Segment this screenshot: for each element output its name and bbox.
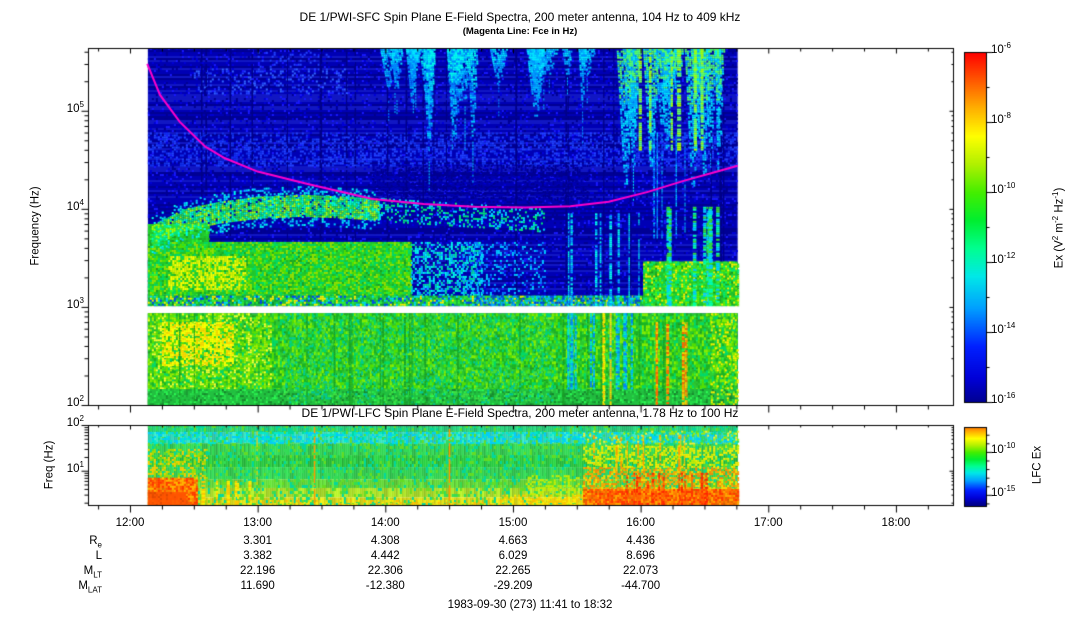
ephemeris-value: -44.700 bbox=[621, 580, 660, 593]
sfc-colorbar-tick-label: 10-16 bbox=[991, 394, 1015, 407]
ephemeris-value: 4.442 bbox=[371, 550, 400, 563]
ephemeris-value: 11.690 bbox=[240, 580, 274, 593]
lfc-ytick-label: 102 bbox=[67, 417, 84, 430]
sfc-ytick-label: 102 bbox=[67, 397, 84, 410]
ephemeris-row-label: Re bbox=[89, 535, 102, 548]
sfc-colorbar-tick-label: 10-6 bbox=[991, 44, 1011, 57]
ephemeris-value: 22.306 bbox=[368, 565, 403, 578]
lfc-colorbar-tick-label: 10-10 bbox=[991, 444, 1015, 457]
lfc-ylabel: Freq (Hz) bbox=[44, 441, 57, 490]
ephemeris-value: -29.209 bbox=[493, 580, 532, 593]
sfc-ylabel: Frequency (Hz) bbox=[30, 186, 43, 265]
spectrogram-figure: DE 1/PWI-SFC Spin Plane E-Field Spectra,… bbox=[0, 0, 1083, 620]
x-hour-label: 16:00 bbox=[626, 517, 655, 530]
sfc-colorbar-tick-label: 10-12 bbox=[991, 254, 1015, 267]
sfc-title: DE 1/PWI-SFC Spin Plane E-Field Spectra,… bbox=[300, 11, 741, 24]
sfc-colorbar-tick-label: 10-14 bbox=[991, 324, 1015, 337]
x-hour-label: 13:00 bbox=[243, 517, 272, 530]
sfc-subtitle: (Magenta Line: Fce in Hz) bbox=[463, 27, 578, 37]
ephemeris-value: 4.308 bbox=[371, 535, 400, 548]
ephemeris-row-label: MLAT bbox=[78, 580, 102, 593]
lfc-title: DE 1/PWI-LFC Spin Plane E-Field Spectra,… bbox=[302, 407, 739, 420]
x-hour-label: 15:00 bbox=[499, 517, 528, 530]
ephemeris-value: 22.073 bbox=[623, 565, 658, 578]
ephemeris-row-label: L bbox=[96, 550, 102, 563]
ephemeris-value: 3.382 bbox=[243, 550, 272, 563]
ephemeris-value: 4.436 bbox=[626, 535, 655, 548]
x-hour-label: 18:00 bbox=[882, 517, 911, 530]
x-hour-label: 12:00 bbox=[116, 517, 145, 530]
lfc-ytick-label: 101 bbox=[67, 463, 84, 476]
ephemeris-value: 8.696 bbox=[626, 550, 655, 563]
sfc-ytick-label: 105 bbox=[67, 103, 84, 116]
spectrogram-canvas bbox=[0, 0, 1083, 620]
footer-date-range: 1983-09-30 (273) 11:41 to 18:32 bbox=[448, 599, 613, 612]
sfc-ytick-label: 103 bbox=[67, 299, 84, 312]
ephemeris-value: 4.663 bbox=[499, 535, 528, 548]
x-hour-label: 14:00 bbox=[371, 517, 400, 530]
ephemeris-value: 22.265 bbox=[495, 565, 530, 578]
sfc-ytick-label: 104 bbox=[67, 201, 84, 214]
x-hour-label: 17:00 bbox=[754, 517, 783, 530]
ephemeris-value: 3.301 bbox=[243, 535, 272, 548]
sfc-colorbar-tick-label: 10-8 bbox=[991, 114, 1011, 127]
ephemeris-value: 22.196 bbox=[240, 565, 275, 578]
sfc-colorbar-tick-label: 10-10 bbox=[991, 184, 1015, 197]
ephemeris-value: -12.380 bbox=[366, 580, 405, 593]
lfc-colorbar-tick-label: 10-15 bbox=[991, 487, 1015, 500]
ephemeris-value: 6.029 bbox=[499, 550, 528, 563]
sfc-colorbar-label: Ex (V2 m-2 Hz-1) bbox=[1054, 188, 1067, 269]
lfc-colorbar-label: LFC Ex bbox=[1032, 446, 1045, 484]
ephemeris-row-label: MLT bbox=[84, 565, 102, 578]
